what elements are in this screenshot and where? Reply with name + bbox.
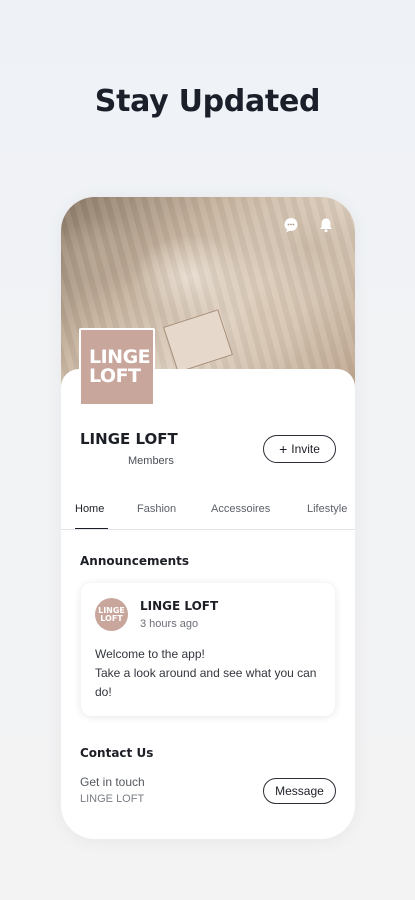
chat-icon[interactable] [283,217,299,233]
post-author: LINGE LOFT [140,599,219,613]
contact-title: Contact Us [80,746,154,760]
tab-bar: Home Fashion Accessoires Lifestyle [61,497,355,530]
message-button[interactable]: Message [263,778,336,804]
post-line1: Welcome to the app! [95,647,205,661]
invite-label: Invite [291,442,320,456]
members-link[interactable]: Members [128,455,174,467]
group-name: LINGE LOFT [80,430,178,448]
announcements-title: Announcements [80,554,190,568]
phone-frame: LINGE LOFT LINGE LOFT Members + Invite H… [61,197,355,839]
post-body: Welcome to the app! Take a look around a… [95,645,325,702]
post-timestamp: 3 hours ago [140,618,199,630]
tab-fashion[interactable]: Fashion [137,503,176,515]
tab-home[interactable]: Home [75,503,104,515]
bell-icon[interactable] [318,217,334,233]
avatar-line2: LOFT [100,613,123,623]
plus-icon: + [279,441,288,457]
invite-button[interactable]: + Invite [263,435,336,463]
logo-line2: LOFT [89,365,141,387]
tab-lifestyle[interactable]: Lifestyle [307,503,347,515]
tab-accessoires[interactable]: Accessoires [211,503,270,515]
page-headline: Stay Updated [94,84,321,119]
contact-name: LINGE LOFT [80,793,145,805]
post-line2: Take a look around and see what you can … [95,666,317,699]
announcement-card[interactable]: LINGE LOFT LINGE LOFT 3 hours ago Welcom… [81,583,335,716]
avatar: LINGE LOFT [95,598,128,631]
contact-subtitle: Get in touch [80,775,145,789]
group-logo: LINGE LOFT [79,328,155,406]
active-tab-indicator [75,528,108,529]
